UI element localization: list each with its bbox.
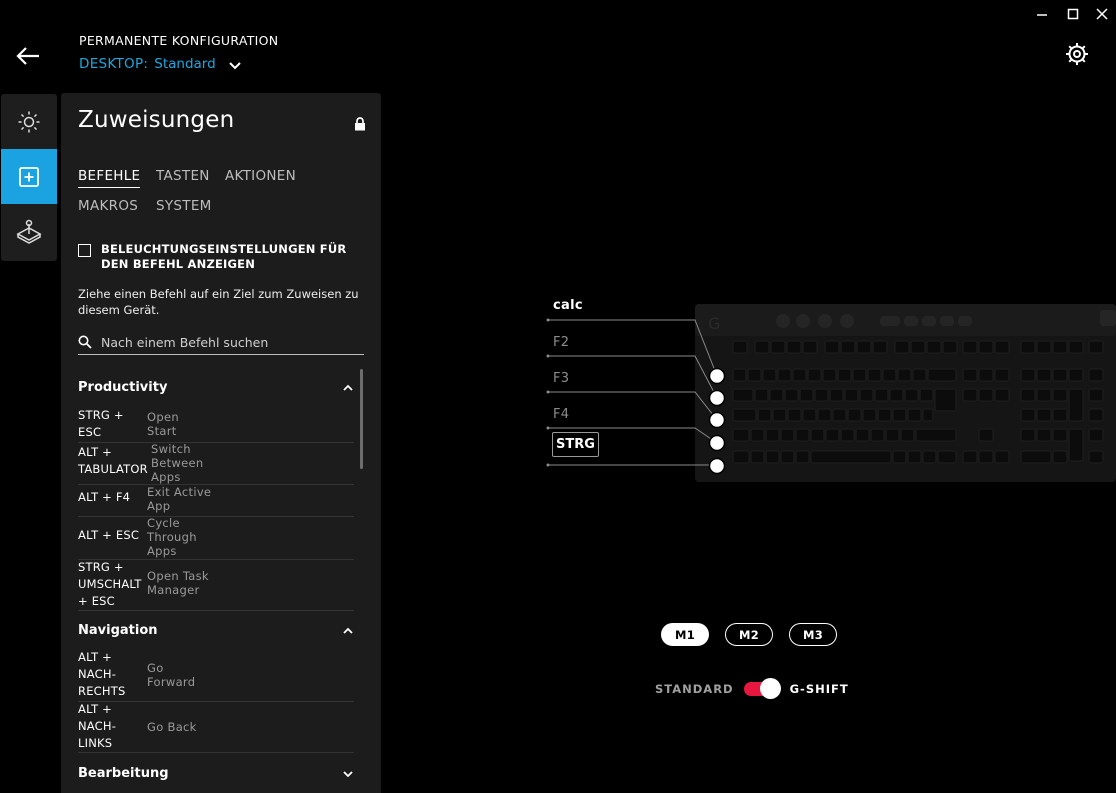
standard-label: STANDARD (655, 682, 734, 696)
list-item[interactable]: ALT + F4 Exit Active App (78, 485, 354, 517)
panel-title: Zuweisungen (78, 107, 235, 133)
command-action: Switch Between Apps (151, 442, 204, 484)
hotspot-dot (708, 457, 726, 475)
maximize-button[interactable] (1064, 6, 1082, 22)
minimize-button[interactable] (1033, 6, 1051, 22)
back-arrow-icon (16, 47, 39, 65)
command-action: Cycle Through Apps (147, 516, 197, 558)
lighting-checkbox-row[interactable]: BELEUCHTUNGSEINSTELLUNGEN FÜR DEN BEFEHL… (78, 242, 351, 272)
chevron-up-icon (343, 384, 353, 391)
close-icon (1096, 8, 1108, 20)
callout-strg[interactable]: STRG (552, 432, 599, 457)
mode-m3-button[interactable]: M3 (789, 623, 837, 646)
command-key: STRG + ESC (78, 408, 124, 439)
list-item[interactable]: ALT + TABULATOR Switch Between Apps (78, 442, 354, 485)
command-key: ALT + NACH-RECHTS (78, 650, 126, 698)
search-input[interactable] (101, 334, 351, 350)
command-search[interactable] (78, 330, 364, 355)
gshift-label: G-SHIFT (789, 682, 849, 696)
tab-aktionen[interactable]: AKTIONEN (225, 168, 296, 184)
config-label: PERMANENTE KONFIGURATION (79, 33, 279, 48)
lighting-checkbox-label: BELEUCHTUNGSEINSTELLUNGEN FÜR DEN BEFEHL… (101, 242, 347, 271)
profile-name: Standard (154, 56, 216, 72)
section-bearbeitung[interactable]: Bearbeitung (78, 766, 353, 781)
list-item[interactable]: ALT + ESC Cycle Through Apps (78, 516, 354, 560)
tab-system[interactable]: SYSTEM (156, 198, 212, 214)
callout-f2[interactable]: F2 (553, 335, 569, 350)
maximize-icon (1067, 8, 1079, 20)
list-item[interactable]: STRG + ESC Open Start (78, 406, 354, 443)
command-key: STRG + UMSCHALT + ESC (78, 560, 142, 608)
panel-scrollbar[interactable] (360, 369, 363, 469)
callout-f4[interactable]: F4 (553, 407, 569, 422)
list-item[interactable]: STRG + UMSCHALT + ESC Open Task Manager (78, 560, 354, 611)
hotspot-dot (708, 434, 726, 452)
mode-m1-button[interactable]: M1 (661, 623, 709, 646)
command-action: Go Back (147, 720, 197, 734)
section-title: Productivity (78, 380, 168, 395)
gear-icon (1066, 43, 1088, 65)
minimize-icon (1037, 14, 1047, 16)
command-action: Open Task Manager (147, 569, 209, 597)
joystick-icon (16, 219, 42, 244)
mode-m2-button[interactable]: M2 (725, 623, 773, 646)
logitech-g-logo: G (708, 314, 720, 333)
lighting-checkbox[interactable] (78, 244, 91, 257)
lock-button[interactable] (354, 117, 366, 131)
back-button[interactable] (14, 44, 42, 68)
settings-button[interactable] (1064, 41, 1090, 67)
chevron-up-icon (343, 627, 353, 634)
command-key: ALT + NACH-LINKS (78, 702, 117, 750)
side-rail (1, 94, 57, 261)
gshift-toggle[interactable] (743, 678, 781, 699)
tab-makros[interactable]: MAKROS (78, 198, 138, 214)
list-item[interactable]: ALT + NACH-RECHTS Go Forward (78, 649, 354, 702)
command-key: ALT + F4 (78, 490, 131, 504)
lighting-button[interactable] (1, 94, 57, 149)
lock-icon (355, 117, 365, 131)
section-title: Bearbeitung (78, 766, 169, 781)
tab-befehle[interactable]: BEFEHLE (78, 168, 141, 188)
section-title: Navigation (78, 623, 158, 638)
chevron-down-icon (228, 61, 241, 69)
callout-f3[interactable]: F3 (553, 371, 569, 386)
heatmap-button[interactable] (1, 204, 57, 259)
callout-calc[interactable]: calc (553, 298, 583, 313)
assignments-button[interactable] (1, 149, 57, 204)
keyboard-diagram: G (546, 304, 1116, 482)
add-square-icon (19, 166, 39, 187)
gshift-toggle-row: STANDARD G-SHIFT (655, 678, 849, 699)
hotspot-dot (708, 411, 726, 429)
section-navigation[interactable]: Navigation (78, 623, 353, 638)
close-window-button[interactable] (1093, 6, 1111, 22)
command-key: ALT + ESC (78, 528, 140, 542)
chevron-down-icon (343, 770, 353, 777)
hotspot-dot (708, 367, 726, 385)
tab-tasten[interactable]: TASTEN (156, 168, 210, 184)
section-productivity[interactable]: Productivity (78, 380, 353, 395)
toggle-knob (759, 678, 781, 699)
command-action: Exit Active App (147, 485, 212, 513)
hotspot-dot (708, 389, 726, 407)
command-action: Open Start (147, 410, 179, 438)
list-item[interactable]: ALT + NACH-LINKS Go Back (78, 702, 354, 753)
lighting-icon (18, 111, 40, 132)
assignments-panel: Zuweisungen BEFEHLE TASTEN AKTIONEN MAKR… (61, 93, 381, 793)
command-action: Go Forward (147, 661, 196, 689)
device-label: DESKTOP: (79, 56, 149, 72)
search-icon (78, 335, 92, 349)
command-key: ALT + TABULATOR (78, 445, 148, 476)
profile-selector[interactable]: DESKTOP: Standard (79, 56, 242, 72)
drag-hint: Ziehe einen Befehl auf ein Ziel zum Zuwe… (78, 287, 359, 317)
